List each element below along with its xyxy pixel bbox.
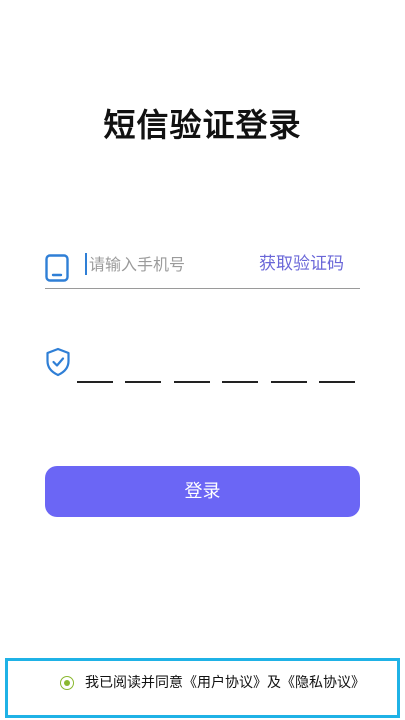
shield-check-icon (45, 347, 71, 377)
code-digit-5[interactable] (271, 351, 307, 383)
phone-input-wrap[interactable] (85, 250, 245, 278)
code-digit-4[interactable] (222, 351, 258, 383)
agreement-section: 我已阅读并同意《用户协议》及《隐私协议》 (5, 658, 400, 718)
radio-checked-dot (64, 680, 70, 686)
phone-input-row: 获取验证码 (45, 240, 360, 289)
code-digit-6[interactable] (319, 351, 355, 383)
agreement-radio[interactable] (60, 676, 74, 690)
page-title: 短信验证登录 (103, 106, 302, 144)
verification-code-input[interactable] (77, 351, 357, 383)
login-button[interactable]: 登录 (45, 466, 360, 517)
code-digit-1[interactable] (77, 351, 113, 383)
phone-icon (45, 254, 69, 282)
text-caret (85, 253, 87, 275)
agreement-text[interactable]: 我已阅读并同意《用户协议》及《隐私协议》 (85, 672, 365, 694)
get-code-button[interactable]: 获取验证码 (259, 252, 344, 276)
code-digit-3[interactable] (174, 351, 210, 383)
code-digit-2[interactable] (125, 351, 161, 383)
phone-number-input[interactable] (89, 250, 245, 278)
